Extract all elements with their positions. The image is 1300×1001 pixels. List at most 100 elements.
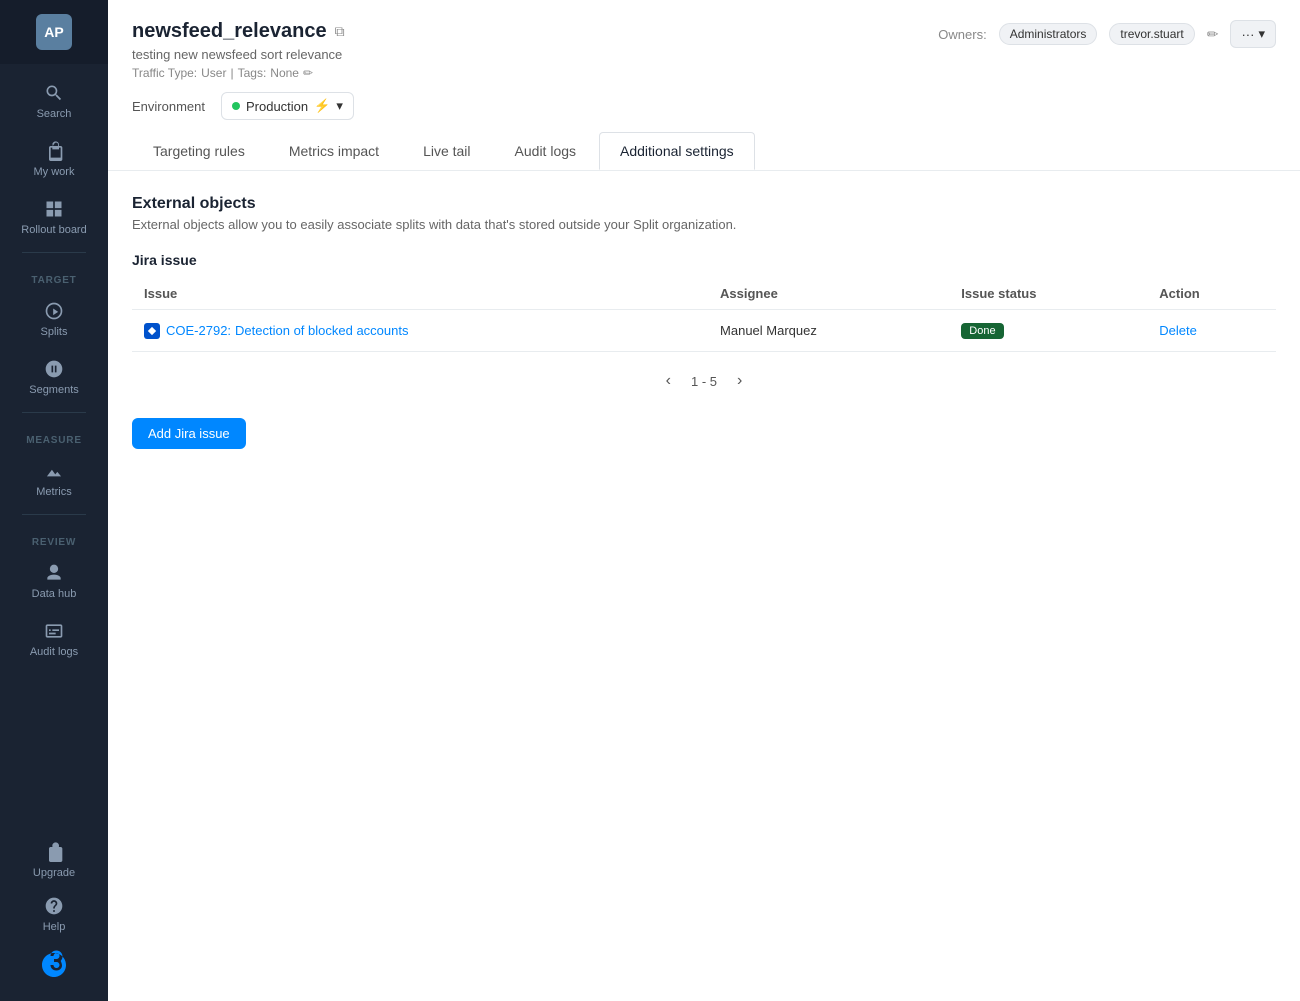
sidebar-bottom: Upgrade Help [0,833,108,1001]
rollout-board-icon [43,198,65,220]
issue-title: Detection of blocked accounts [235,323,408,338]
sidebar-item-rollout-label: Rollout board [21,224,86,236]
audit-logs-icon [43,620,65,642]
page-header: newsfeed_relevance ⧉ testing new newsfee… [108,0,1300,171]
upgrade-label: Upgrade [33,867,75,879]
issue-cell: COE-2792: Detection of blocked accounts [132,310,708,352]
help-icon [43,895,65,917]
sidebar-item-search[interactable]: Search [0,72,108,130]
owner-1-tag[interactable]: Administrators [999,23,1098,45]
header-left: newsfeed_relevance ⧉ testing new newsfee… [132,20,345,80]
header-top-row: newsfeed_relevance ⧉ testing new newsfee… [132,20,1276,80]
issue-link[interactable]: COE-2792: Detection of blocked accounts [144,323,696,339]
assignee-cell: Manuel Marquez [708,310,949,352]
target-section-label: TARGET [31,259,76,290]
edit-owners-button[interactable]: ✏ [1207,26,1219,43]
sidebar-item-upgrade[interactable]: Upgrade [0,833,108,887]
tab-metrics-impact[interactable]: Metrics impact [268,132,400,170]
jira-issues-table: Issue Assignee Issue status Action COE-2… [132,278,1276,352]
segments-icon [43,358,65,380]
issue-key: COE-2792 [166,323,227,338]
title-row: newsfeed_relevance ⧉ [132,20,345,43]
more-dots: ··· [1241,27,1254,42]
delete-action-link[interactable]: Delete [1159,323,1197,338]
traffic-type-value: User [201,66,226,80]
page-next-button[interactable]: › [729,368,750,394]
tab-audit-logs[interactable]: Audit logs [494,132,597,170]
sidebar: AP Search My work Rollout board TARGET [0,0,108,1001]
page-title: newsfeed_relevance [132,20,327,43]
col-status: Issue status [949,278,1147,310]
status-cell: Done [949,310,1147,352]
page-info: 1 - 5 [691,374,717,389]
tab-targeting-rules[interactable]: Targeting rules [132,132,266,170]
measure-section-label: MEASURE [26,419,82,450]
pagination-bar: ‹ 1 - 5 › [132,352,1276,402]
user-avatar[interactable]: AP [36,14,72,50]
add-jira-issue-button[interactable]: Add Jira issue [132,418,246,449]
page-subtitle: testing new newsfeed sort relevance [132,47,345,62]
nav-divider-2 [22,412,87,413]
jira-section-title: Jira issue [132,252,1276,268]
col-issue: Issue [132,278,708,310]
tags-value: None [270,66,299,80]
sidebar-item-data-hub[interactable]: Data hub [0,552,108,610]
sidebar-item-segments[interactable]: Segments [0,348,108,406]
external-objects-title: External objects [132,195,1276,213]
nav-divider-1 [22,252,87,253]
main-content: newsfeed_relevance ⧉ testing new newsfee… [108,0,1300,1001]
sidebar-item-segments-label: Segments [29,384,79,396]
jira-icon [144,323,160,339]
sidebar-logo-area: AP [0,0,108,64]
environment-selector[interactable]: Production ⚡ ▾ [221,92,354,120]
external-objects-desc: External objects allow you to easily ass… [132,217,1276,232]
table-header-row: Issue Assignee Issue status Action [132,278,1276,310]
more-chevron: ▾ [1258,26,1265,42]
table-body: COE-2792: Detection of blocked accounts … [132,310,1276,352]
help-label: Help [43,921,66,933]
tab-bar: Targeting rules Metrics impact Live tail… [132,132,1276,170]
search-icon [43,82,65,104]
owner-2-tag[interactable]: trevor.stuart [1109,23,1194,45]
traffic-type-label: Traffic Type: [132,66,197,80]
edit-tags-icon[interactable]: ✏ [303,66,313,80]
env-selected-value: Production [246,99,308,114]
tab-live-tail[interactable]: Live tail [402,132,491,170]
page-prev-button[interactable]: ‹ [658,368,679,394]
data-hub-icon [43,562,65,584]
env-status-dot [232,102,240,110]
env-warning-icon: ⚡ [314,98,330,114]
sidebar-item-audit-logs-label: Audit logs [30,646,78,658]
sidebar-item-search-label: Search [37,108,72,120]
col-assignee: Assignee [708,278,949,310]
sidebar-item-data-hub-label: Data hub [32,588,77,600]
content-area: External objects External objects allow … [108,171,1300,1001]
sidebar-item-splits-label: Splits [41,326,68,338]
my-work-icon [43,140,65,162]
copy-title-button[interactable]: ⧉ [335,23,345,40]
sidebar-item-metrics[interactable]: Metrics [0,450,108,508]
sidebar-nav: Search My work Rollout board TARGET Spli… [0,64,108,668]
environment-bar: Environment Production ⚡ ▾ [132,80,1276,120]
more-actions-button[interactable]: ··· ▾ [1230,20,1276,48]
sidebar-item-help[interactable]: Help [0,887,108,941]
env-chevron-down-icon: ▾ [336,98,343,114]
sidebar-item-audit-logs[interactable]: Audit logs [0,610,108,668]
upgrade-icon [43,841,65,863]
header-right: Owners: Administrators trevor.stuart ✏ ·… [938,20,1276,48]
action-cell: Delete [1147,310,1276,352]
brand-logo [0,941,108,989]
table-row: COE-2792: Detection of blocked accounts … [132,310,1276,352]
sidebar-item-splits[interactable]: Splits [0,290,108,348]
tab-additional-settings[interactable]: Additional settings [599,132,755,170]
owners-label: Owners: [938,27,986,42]
col-action: Action [1147,278,1276,310]
sidebar-item-metrics-label: Metrics [36,486,71,498]
tags-label: Tags: [238,66,267,80]
status-badge: Done [961,323,1003,339]
sidebar-item-my-work[interactable]: My work [0,130,108,188]
sidebar-item-rollout-board[interactable]: Rollout board [0,188,108,246]
review-section-label: REVIEW [32,521,76,552]
header-meta: Traffic Type: User | Tags: None ✏ [132,66,345,80]
sidebar-item-my-work-label: My work [34,166,75,178]
